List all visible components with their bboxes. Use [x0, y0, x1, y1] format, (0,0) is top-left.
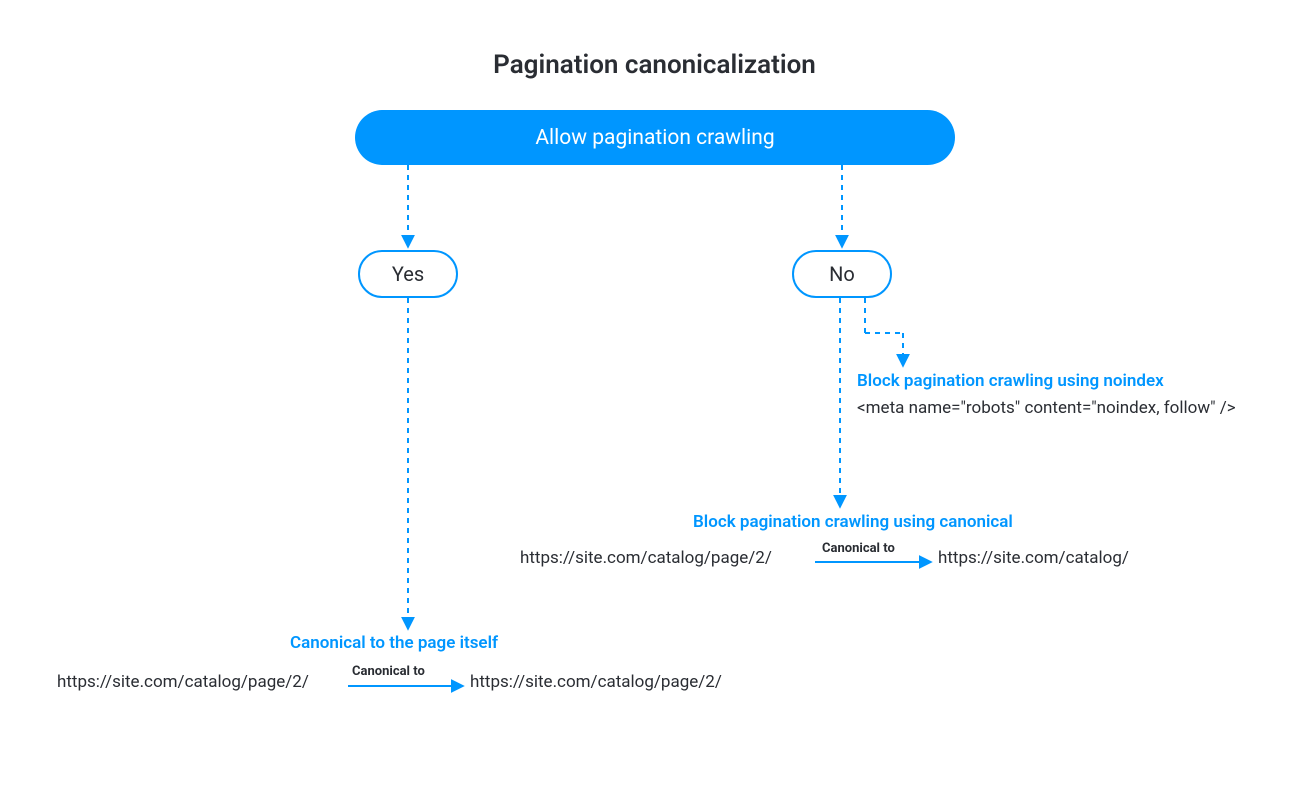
canonical-block-from: https://site.com/catalog/page/2/ [520, 548, 772, 568]
root-node-label: Allow pagination crawling [535, 126, 774, 150]
self-canonical-from: https://site.com/catalog/page/2/ [57, 672, 309, 692]
self-canonical-arrow-label: Canonical to [352, 664, 425, 679]
noindex-heading: Block pagination crawling using noindex [857, 371, 1164, 391]
no-node: No [792, 250, 892, 298]
no-node-label: No [829, 262, 855, 286]
self-canonical-to: https://site.com/catalog/page/2/ [470, 672, 722, 692]
yes-node-label: Yes [392, 262, 424, 286]
canonical-block-to: https://site.com/catalog/ [938, 548, 1129, 568]
diagram-title: Pagination canonicalization [0, 50, 1309, 80]
canonical-block-arrow-label: Canonical to [822, 541, 895, 556]
self-canonical-heading: Canonical to the page itself [290, 633, 498, 653]
root-node: Allow pagination crawling [355, 110, 955, 165]
canonical-block-heading: Block pagination crawling using canonica… [693, 512, 1013, 532]
yes-node: Yes [358, 250, 458, 298]
noindex-code: <meta name="robots" content="noindex, fo… [857, 398, 1236, 418]
